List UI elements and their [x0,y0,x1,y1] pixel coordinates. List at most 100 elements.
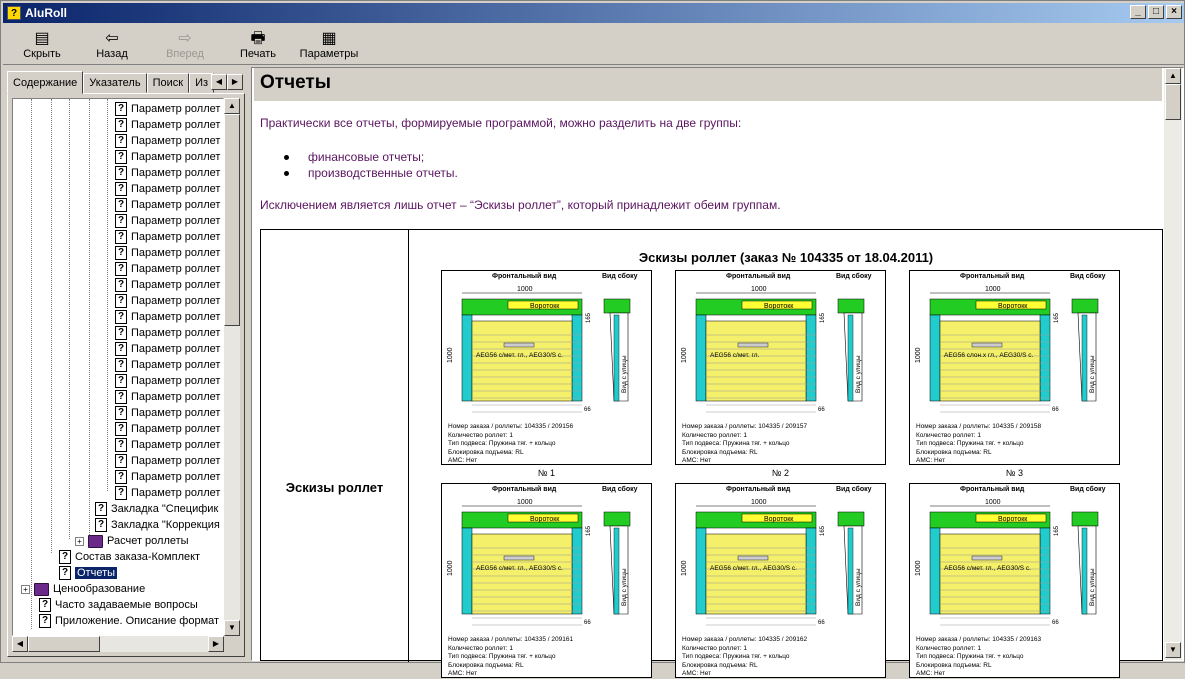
tree-item[interactable]: ? Часто задаваемые вопросы [39,597,198,613]
tree-item[interactable]: ? Параметр роллет [115,277,220,293]
svg-text:Воротокк: Воротокк [998,303,1028,310]
scroll-left-button[interactable]: ◀ [12,636,28,652]
maximize-button[interactable]: □ [1148,5,1164,19]
tree-item[interactable]: ? Параметр роллет [115,293,220,309]
back-label: Назад [96,48,128,60]
tab-contents[interactable]: Содержание [7,71,84,94]
expand-icon[interactable]: + [75,536,84,546]
svg-text:1000: 1000 [517,499,533,506]
toolbar: ▤ Скрыть ⇦ Назад ⇨ Вперед 🖶 Печать ▦ Пар… [3,25,1184,65]
tree-item[interactable]: ? Параметр роллет [115,213,220,229]
tree-item-label: Параметр роллет [131,375,221,387]
help-topic-icon: ? [115,182,127,196]
tree-item[interactable]: ? Параметр роллет [115,149,220,165]
tree-item-label: Ценообразование [53,583,146,595]
sketch-number: № 1 [537,468,556,478]
tab-index[interactable]: Указатель [83,73,147,93]
tree-item[interactable]: ? Параметр роллет [115,437,220,453]
tree-vertical-scrollbar[interactable]: ▲ ▼ [224,98,240,636]
tree-item[interactable]: ? Параметр роллет [115,101,220,117]
tree-item[interactable]: ? Параметр роллет [115,405,220,421]
options-button[interactable]: ▦ Параметры [289,25,369,65]
tree-item-label: Параметр роллет [131,327,221,339]
tree-item[interactable]: ? Параметр роллет [115,469,220,485]
roller-shutter-drawing: 1000 Воротокк AEG56 с/мет. гл. 1000 165 … [681,286,865,413]
list-item: производственные отчеты. [284,166,458,180]
scroll-up-button[interactable]: ▲ [224,98,240,114]
help-topic-icon: ? [115,310,127,324]
close-button[interactable]: × [1166,5,1182,19]
tree-item-label: Отчеты [75,567,118,579]
minimize-button[interactable]: _ [1130,5,1146,19]
tree-horizontal-scrollbar[interactable]: ◀ ▶ [12,636,224,652]
tree-item[interactable]: ? Параметр роллет [115,165,220,181]
hide-button[interactable]: ▤ Скрыть [3,25,81,65]
help-topic-icon: ? [95,518,107,532]
print-button[interactable]: 🖶 Печать [227,25,289,65]
side-view-label: Вид сбоку [602,486,638,493]
tree-item[interactable]: ? Параметр роллет [115,229,220,245]
tree-item[interactable]: ? Параметр роллет [115,389,220,405]
bullet-text: производственные отчеты. [308,166,458,180]
tree-item[interactable]: ? Параметр роллет [115,197,220,213]
tree-item[interactable]: ? Параметр роллет [115,357,220,373]
tree-item[interactable]: ? Параметр роллет [115,341,220,357]
svg-text:1000: 1000 [915,560,922,576]
title-bar: ? AluRoll _ □ × [3,3,1184,23]
tree-item[interactable]: ? Приложение. Описание формат [39,613,219,629]
expand-icon[interactable]: + [21,584,30,594]
help-topic-icon: ? [115,150,127,164]
contents-tree[interactable]: ? Параметр роллет? Параметр роллет? Парамет… [12,98,224,636]
help-topic-icon: ? [115,342,127,356]
tree-item[interactable]: ? Параметр роллет [115,485,220,501]
tree-item[interactable]: ? Параметр роллет [115,181,220,197]
help-topic-icon: ? [115,262,127,276]
svg-text:AEG56 с/мет. гл., AEG30/S с.: AEG56 с/мет. гл., AEG30/S с. [710,565,797,572]
content-vertical-scrollbar[interactable]: ▲ ▼ [1164,68,1182,660]
content-scroll-up-button[interactable]: ▲ [1165,68,1181,84]
content-scroll-down-button[interactable]: ▼ [1165,642,1181,658]
svg-text:Вид с улицы: Вид с улицы [621,355,628,393]
scroll-right-button[interactable]: ▶ [208,636,224,652]
tree-item[interactable]: ? Параметр роллет [115,309,220,325]
hscroll-thumb[interactable] [28,636,100,652]
svg-text:AEG56 с/мет. гл.: AEG56 с/мет. гл. [710,352,760,359]
help-topic-icon: ? [115,134,127,148]
forward-button[interactable]: ⇨ Вперед [143,25,227,65]
svg-text:Воротокк: Воротокк [998,516,1028,523]
tab-scroll-left-button[interactable]: ◀ [211,74,227,90]
tree-item[interactable]: ? Параметр роллет [115,261,220,277]
tree-item[interactable]: ? Закладка "Специфик [95,501,218,517]
tree-item-label: Параметр роллет [131,199,221,211]
tree-item-label: Параметр роллет [131,455,221,467]
scroll-thumb[interactable] [224,114,240,326]
tree-item[interactable]: ? Параметр роллет [115,117,220,133]
tree-item[interactable]: ? Параметр роллет [115,133,220,149]
tree-item[interactable]: + Расчет роллеты [75,533,189,549]
tab-search[interactable]: Поиск [146,73,190,93]
tree-item[interactable]: ? Параметр роллет [115,325,220,341]
tree-item[interactable]: ? Состав заказа-Комплект [59,549,200,565]
sketch-info: Номер заказа / роллеты: 104335 / 209156 К… [448,423,574,464]
tree-item-label: Параметр роллет [131,151,221,163]
svg-text:165: 165 [820,312,826,323]
options-label: Параметры [299,48,359,60]
tree-item[interactable]: ? Параметр роллет [115,453,220,469]
tree-item-label: Параметр роллет [131,311,221,323]
svg-text:Вид с улицы: Вид с улицы [1089,568,1096,606]
tree-item[interactable]: ? Отчеты [59,565,118,581]
help-topic-icon: ? [115,486,127,500]
tree-item[interactable]: ? Параметр роллет [115,245,220,261]
back-button[interactable]: ⇦ Назад [81,25,143,65]
tab-scroll-right-button[interactable]: ▶ [227,74,243,90]
sketch-card: Фронтальный вид Вид сбоку 1000 Воротокк … [441,270,652,465]
tree-item[interactable]: ? Параметр роллет [115,373,220,389]
scroll-down-button[interactable]: ▼ [224,620,240,636]
tree-item[interactable]: + Ценообразование [21,581,145,597]
tree-item[interactable]: ? Закладка "Коррекция [95,517,220,533]
sketch-info: Номер заказа / роллеты: 104335 / 209163 К… [916,636,1042,677]
help-topic-icon: ? [39,614,51,628]
tree-item[interactable]: ? Параметр роллет [115,421,220,437]
svg-text:165: 165 [586,525,592,536]
content-scroll-thumb[interactable] [1165,84,1181,120]
